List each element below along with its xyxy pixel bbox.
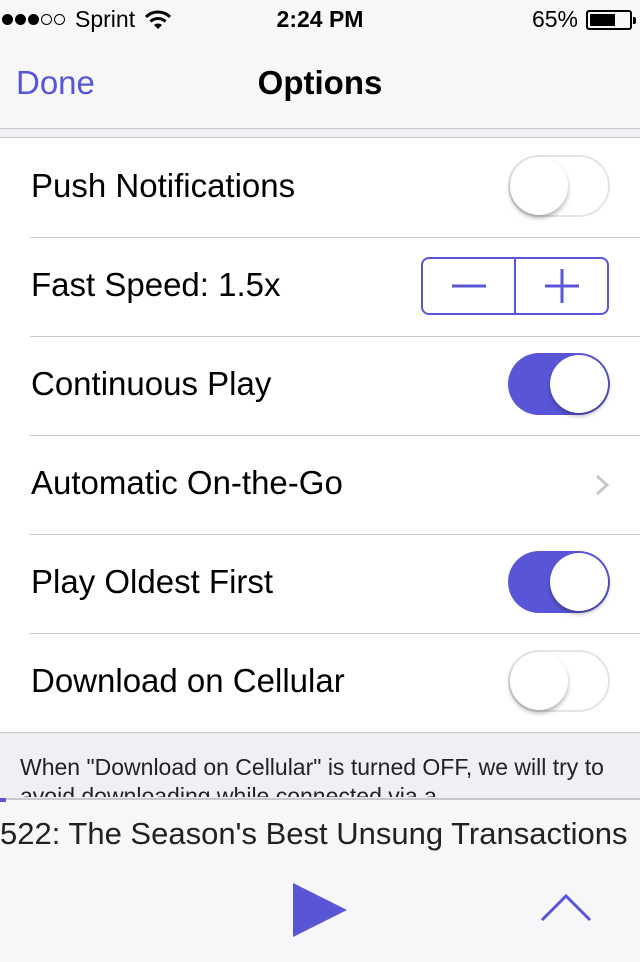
navigation-bar: Done Options [0, 40, 640, 129]
setting-label: Continuous Play [31, 365, 272, 402]
decrease-speed-button[interactable] [423, 259, 514, 313]
minus-icon [451, 284, 486, 288]
toggle-knob [550, 553, 608, 611]
toggle-knob [550, 355, 608, 413]
battery-status: 65% [531, 6, 636, 33]
setting-push-notifications: Push Notifications [0, 138, 640, 237]
play-oldest-first-toggle[interactable] [508, 551, 610, 613]
toggle-knob [510, 652, 568, 710]
setting-download-on-cellular: Download on Cellular [0, 633, 640, 732]
setting-continuous-play: Continuous Play [0, 336, 640, 435]
episode-title[interactable]: 522: The Season's Best Unsung Transactio… [0, 816, 627, 852]
cellular-footer-note: When "Download on Cellular" is turned OF… [20, 754, 604, 797]
setting-label: Play Oldest First [31, 563, 274, 600]
setting-label: Push Notifications [31, 167, 296, 204]
download-on-cellular-toggle[interactable] [508, 650, 610, 712]
chevron-right-icon [595, 474, 610, 496]
setting-play-oldest-first: Play Oldest First [0, 534, 640, 633]
setting-label: Automatic On-the-Go [31, 464, 343, 501]
chevron-up-icon[interactable] [540, 892, 592, 922]
push-notifications-toggle[interactable] [508, 155, 610, 217]
speed-stepper[interactable] [421, 257, 609, 315]
setting-automatic-on-the-go[interactable]: Automatic On-the-Go [0, 435, 640, 534]
battery-icon [586, 9, 636, 30]
playback-progress-bar[interactable] [0, 798, 7, 802]
mini-player: 522: The Season's Best Unsung Transactio… [0, 798, 640, 962]
plus-icon [544, 269, 579, 303]
battery-percent: 65% [531, 6, 578, 32]
toggle-knob [510, 157, 568, 215]
setting-fast-speed: Fast Speed: 1.5x [0, 237, 640, 336]
setting-label: Fast Speed: 1.5x [31, 266, 281, 303]
continuous-play-toggle[interactable] [508, 353, 610, 415]
setting-label: Download on Cellular [31, 662, 345, 699]
increase-speed-button[interactable] [514, 259, 607, 313]
page-title: Options [257, 64, 383, 101]
play-icon[interactable] [292, 882, 348, 938]
options-list: Push Notifications Fast Speed: 1.5x Cont… [0, 137, 640, 733]
status-bar: Sprint 2:24 PM 65% [0, 0, 640, 40]
